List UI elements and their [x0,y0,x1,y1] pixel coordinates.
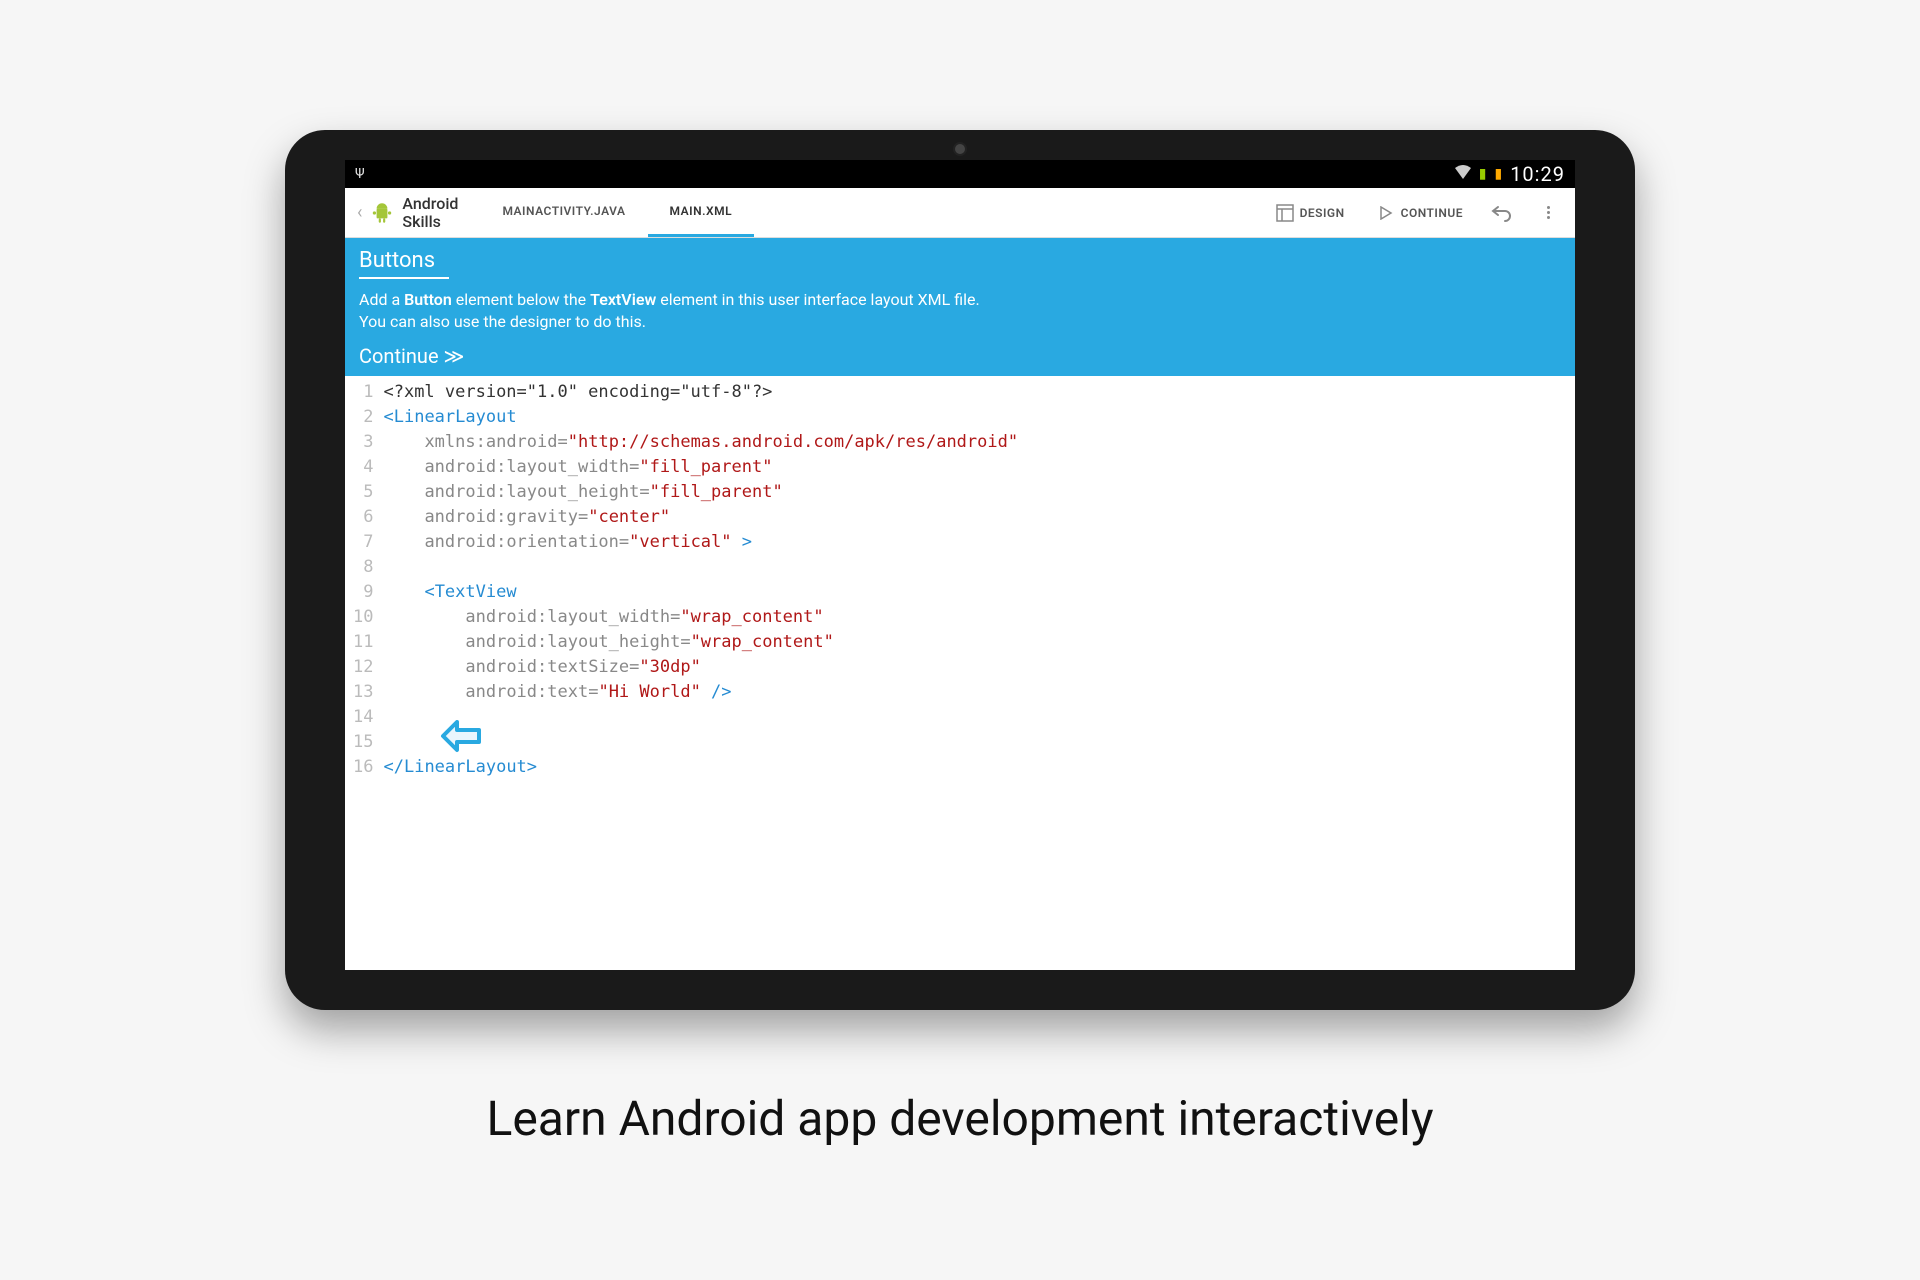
lesson-text: Add a Button element below the TextView … [359,289,1561,334]
lesson-banner: Buttons Add a Button element below the T… [345,238,1575,376]
tablet-camera [953,142,967,156]
wifi-icon [1455,165,1471,183]
lesson-continue-link[interactable]: Continue ≫ [359,344,1561,368]
battery-icon-2: ▮ [1494,166,1502,182]
continue-label: CONTINUE [1401,206,1463,220]
cursor-arrow-icon [439,718,483,759]
play-icon [1377,204,1395,222]
continue-button[interactable]: CONTINUE [1363,188,1477,237]
overflow-icon [1547,204,1550,221]
usb-icon: Ψ [355,166,365,182]
design-button[interactable]: DESIGN [1262,188,1359,237]
action-bar: ‹ Android Skills MAINACTIVITY.JAVA MAIN.… [345,188,1575,238]
lesson-title: Buttons [359,248,1561,273]
app-name-line2: Skills [402,213,458,231]
back-icon: ‹ [357,202,362,223]
overflow-menu-button[interactable] [1527,188,1569,237]
android-icon [368,199,396,227]
app-name-line1: Android [402,195,458,213]
status-clock: 10:29 [1510,162,1565,186]
tab-main-xml[interactable]: MAIN.XML [648,188,755,237]
design-label: DESIGN [1300,206,1345,220]
status-bar: Ψ ▮ ▮ 10:29 [345,160,1575,188]
battery-icon: ▮ [1479,166,1487,182]
design-icon [1276,204,1294,222]
code-area[interactable]: <?xml version="1.0" encoding="utf-8"?> <… [383,376,1018,970]
tablet-frame: Ψ ▮ ▮ 10:29 ‹ Android [285,130,1635,1010]
screen: Ψ ▮ ▮ 10:29 ‹ Android [345,160,1575,970]
marketing-caption: Learn Android app development interactiv… [0,1090,1920,1147]
code-editor[interactable]: 12345678910111213141516 <?xml version="1… [345,376,1575,970]
undo-icon [1491,204,1513,222]
app-home[interactable]: ‹ Android Skills [345,188,470,237]
undo-button[interactable] [1481,188,1523,237]
app-window: ‹ Android Skills MAINACTIVITY.JAVA MAIN.… [345,188,1575,970]
tab-mainactivity-java[interactable]: MAINACTIVITY.JAVA [480,188,647,237]
line-gutter: 12345678910111213141516 [345,376,383,970]
lesson-title-underline [359,277,449,279]
